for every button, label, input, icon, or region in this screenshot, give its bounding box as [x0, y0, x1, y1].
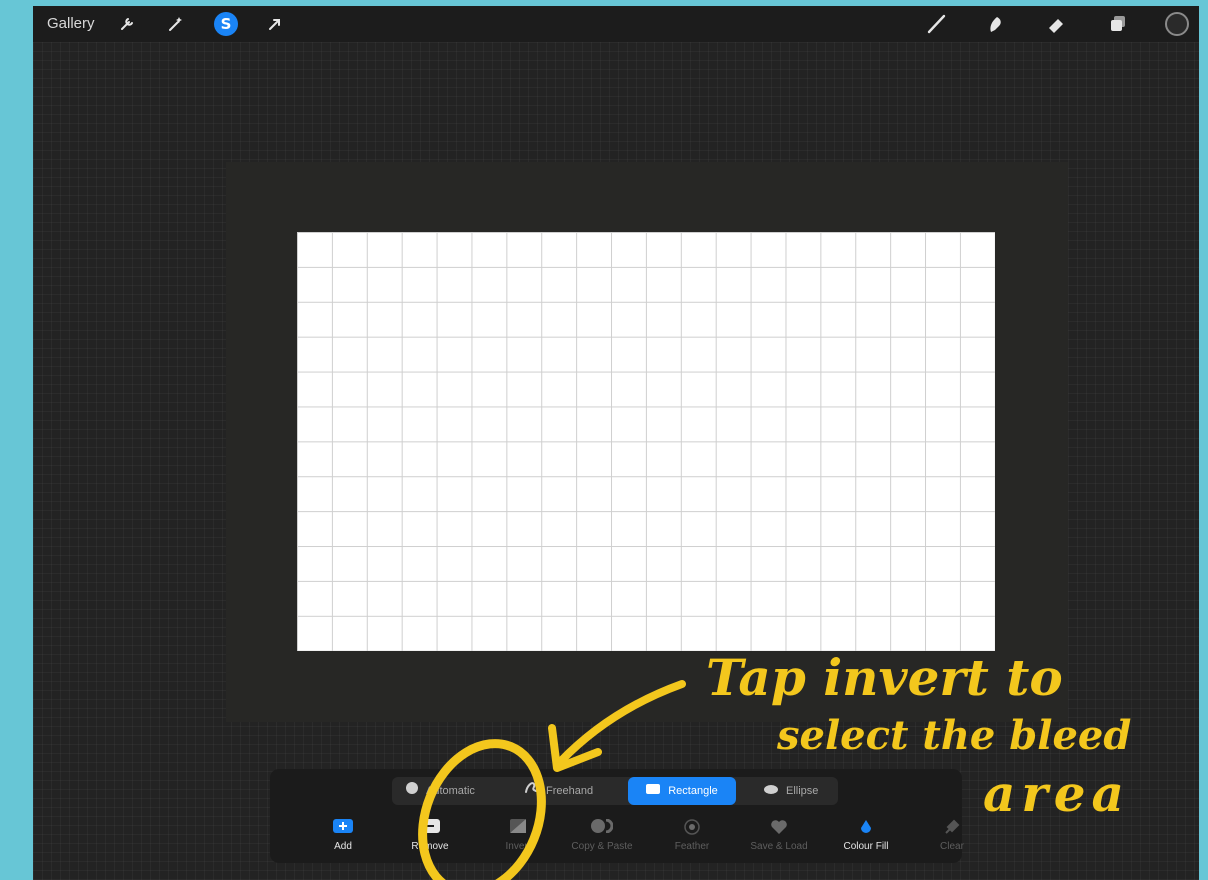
annotation-line-3: area	[983, 764, 1130, 823]
mode-ellipse-label: Ellipse	[786, 785, 819, 797]
save-load-label: Save & Load	[750, 841, 808, 852]
mode-rectangle[interactable]: Rectangle	[628, 777, 736, 805]
invert-label: Invert	[505, 841, 531, 852]
remove-icon	[390, 819, 470, 837]
selection-mode-segmented-control: Automatic Freehand Rectangle Ellipse	[392, 777, 838, 805]
annotation-line-1: Tap invert to	[706, 648, 1063, 707]
selection-icon[interactable]: S	[214, 12, 238, 36]
mode-freehand[interactable]: Freehand	[524, 777, 624, 805]
adjustments-wand-icon[interactable]	[163, 12, 187, 36]
rectangle-icon	[646, 777, 661, 805]
copy-paste-label: Copy & Paste	[571, 841, 633, 852]
brush-icon[interactable]	[924, 11, 950, 37]
remove-button[interactable]: Remove	[390, 819, 470, 852]
top-toolbar: Gallery S	[33, 6, 1199, 42]
selection-panel: Automatic Freehand Rectangle Ellipse Add…	[270, 769, 964, 863]
colour-fill-label: Colour Fill	[843, 841, 889, 852]
transform-arrow-icon[interactable]	[263, 12, 287, 36]
feather-label: Feather	[674, 841, 710, 852]
freehand-icon	[524, 777, 538, 805]
circle-icon	[406, 777, 418, 805]
layers-icon[interactable]	[1105, 11, 1131, 37]
eraser-icon[interactable]	[1043, 11, 1069, 37]
feather-button[interactable]: Feather	[652, 819, 732, 852]
copy-paste-button[interactable]: Copy & Paste	[562, 818, 642, 852]
clear-icon	[912, 819, 992, 837]
heart-icon	[739, 819, 819, 837]
copy-paste-icon	[562, 818, 642, 837]
invert-button[interactable]: Invert	[478, 819, 558, 852]
mode-automatic[interactable]: Automatic	[406, 777, 506, 805]
mode-freehand-label: Freehand	[546, 785, 594, 797]
add-label: Add	[334, 841, 352, 852]
gallery-button[interactable]: Gallery	[47, 15, 95, 32]
add-button[interactable]: Add	[303, 819, 383, 852]
add-icon	[303, 819, 383, 837]
clear-button[interactable]: Clear	[912, 819, 992, 852]
drawing-canvas[interactable]	[297, 232, 995, 651]
annotation-line-2: select the bleed	[777, 712, 1132, 759]
colour-fill-button[interactable]: Colour Fill	[826, 819, 906, 852]
ellipse-icon	[764, 777, 778, 805]
feather-icon	[652, 819, 732, 837]
mode-automatic-label: Automatic	[426, 785, 475, 797]
smudge-icon[interactable]	[983, 11, 1009, 37]
mode-ellipse[interactable]: Ellipse	[764, 777, 834, 805]
color-swatch-icon[interactable]	[1165, 12, 1189, 36]
clear-label: Clear	[940, 841, 964, 852]
invert-icon	[478, 819, 558, 837]
colour-fill-icon	[826, 819, 906, 837]
wrench-icon[interactable]	[115, 12, 139, 36]
save-load-button[interactable]: Save & Load	[739, 819, 819, 852]
mode-rectangle-label: Rectangle	[668, 785, 718, 797]
remove-label: Remove	[411, 841, 449, 852]
